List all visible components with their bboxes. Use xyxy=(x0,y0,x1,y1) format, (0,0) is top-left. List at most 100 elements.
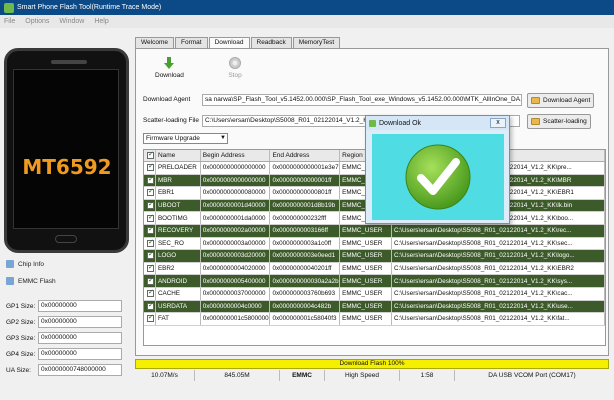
row-checkbox[interactable] xyxy=(144,300,156,313)
table-row[interactable]: FAT0x000000001c58000000x000000001c58040f… xyxy=(144,313,605,326)
status-storage: EMMC xyxy=(280,370,325,381)
table-row[interactable]: USRDATA0x0000000004c00000x0000000004c482… xyxy=(144,300,605,314)
scatter-loading-label: Scatter-loading File xyxy=(143,117,199,124)
download-ok-dialog: Download Ok x xyxy=(365,115,510,224)
tab-readback[interactable]: Readback xyxy=(250,37,292,48)
row-checkbox[interactable] xyxy=(144,199,156,212)
row-checkbox[interactable] xyxy=(144,212,156,224)
progress-bar: Download Flash 100% xyxy=(135,359,609,369)
cell-location: C:\Users\ersan\Desktop\S5008_R01_0212201… xyxy=(392,287,605,300)
cell-region: EMMC_USER xyxy=(340,224,392,237)
cell-end-address: 0x000000000030a2a2b xyxy=(270,275,341,287)
table-row[interactable]: CACHE0x00000000370000000x000000003760b69… xyxy=(144,287,605,301)
cell-end-address: 0x0000000004c482b xyxy=(270,300,341,313)
checkbox-icon xyxy=(146,200,154,210)
cell-name: EBR2 xyxy=(156,262,201,275)
folder-icon xyxy=(531,97,540,104)
dialog-title-bar: Download Ok xyxy=(366,116,509,130)
tab-memorytest[interactable]: MemoryTest xyxy=(292,37,341,48)
cell-name: SEC_RO xyxy=(156,237,201,250)
row-checkbox[interactable] xyxy=(144,162,156,174)
download-agent-button[interactable]: Download Agent xyxy=(527,93,595,108)
menu-window[interactable]: Window xyxy=(59,18,84,25)
gp1-size-row: GP1 Size: 0x00000000 xyxy=(6,298,131,314)
status-speed: 10.07M/s xyxy=(135,370,195,381)
cell-name: USRDATA xyxy=(156,300,201,313)
progress-label: Download Flash 100% xyxy=(339,360,405,367)
cell-begin-address: 0x0000000000000000 xyxy=(201,174,271,187)
gp4-size-value: 0x00000000 xyxy=(38,348,122,360)
cell-begin-address: 0x0000000002a00000 xyxy=(201,224,271,237)
checkbox-icon xyxy=(146,276,154,285)
cell-begin-address: 0x0000000000000000 xyxy=(201,162,271,174)
cell-begin-address: 0x0000000001d40000 xyxy=(201,199,271,212)
scatter-loading-button[interactable]: Scatter-loading xyxy=(527,114,591,129)
row-checkbox[interactable] xyxy=(144,313,156,325)
folder-icon xyxy=(531,118,540,125)
checkbox-icon xyxy=(146,288,154,298)
cell-location: C:\Users\ersan\Desktop\S5008_R01_0212201… xyxy=(392,275,605,287)
download-agent-label: Download Agent xyxy=(143,96,191,103)
tab-welcome[interactable]: Welcome xyxy=(135,37,174,48)
download-agent-field[interactable]: sa narwa\SP_Flash_Tool_v5.1452.00.000\SP… xyxy=(202,94,522,106)
menu-help[interactable]: Help xyxy=(94,18,108,25)
menu-file[interactable]: File xyxy=(4,18,15,25)
stop-button[interactable]: Stop xyxy=(228,56,242,79)
cell-name: UBOOT xyxy=(156,199,201,212)
cell-end-address: 0x00000000000001ff xyxy=(270,174,341,187)
memory-icon xyxy=(6,277,14,285)
checkbox-icon xyxy=(146,301,154,310)
phone-image: MT6592 xyxy=(4,48,129,253)
chip-icon xyxy=(6,260,14,268)
row-checkbox[interactable] xyxy=(144,262,156,275)
table-row[interactable]: EBR20x00000000040200000x00000000040201ff… xyxy=(144,262,605,276)
table-row[interactable]: RECOVERY0x0000000002a000000x000000000316… xyxy=(144,224,605,238)
checkbox-icon xyxy=(146,175,154,184)
gp2-size-row: GP2 Size: 0x00000000 xyxy=(6,314,131,330)
dialog-close-button[interactable]: x xyxy=(490,118,506,128)
tab-bar: Welcome Format Download Readback MemoryT… xyxy=(135,37,341,49)
gp4-size-row: GP4 Size: 0x00000000 xyxy=(6,346,131,362)
mode-select-value: Firmware Upgrade xyxy=(146,135,200,142)
cell-region: EMMC_USER xyxy=(340,262,392,275)
row-checkbox[interactable] xyxy=(144,237,156,250)
cell-begin-address: 0x0000000000080000 xyxy=(201,187,271,199)
row-checkbox[interactable] xyxy=(144,174,156,187)
row-checkbox[interactable] xyxy=(144,224,156,237)
cell-name: CACHE xyxy=(156,287,201,300)
row-checkbox[interactable] xyxy=(144,187,156,199)
cell-region: EMMC_USER xyxy=(340,275,392,287)
cell-end-address: 0x0000000001d8b19b xyxy=(270,199,341,212)
cell-begin-address: 0x0000000004c0000 xyxy=(201,300,271,313)
tab-format[interactable]: Format xyxy=(174,37,208,48)
row-checkbox[interactable] xyxy=(144,275,156,287)
table-row[interactable]: LOGO0x0000000003d200000x0000000003e0eed1… xyxy=(144,250,605,263)
chip-info-item[interactable]: Chip Info xyxy=(6,258,131,270)
emmc-flash-item[interactable]: EMMC Flash xyxy=(6,275,131,287)
cell-end-address: 0x0000000003166ff xyxy=(270,224,341,237)
cell-begin-address: 0x0000000003d20000 xyxy=(201,250,271,262)
table-row[interactable]: SEC_RO0x0000000003a000000x0000000003a1c0… xyxy=(144,237,605,251)
cell-end-address: 0x000000003760b693 xyxy=(270,287,341,300)
download-button[interactable]: Download xyxy=(155,56,184,79)
phone-speaker xyxy=(51,60,87,64)
cell-begin-address: 0x0000000004020000 xyxy=(201,262,271,275)
cell-name: RECOVERY xyxy=(156,224,201,237)
emmc-flash-label: EMMC Flash xyxy=(18,277,56,285)
window-title: Smart Phone Flash Tool(Runtime Trace Mod… xyxy=(17,4,162,11)
menu-options[interactable]: Options xyxy=(25,18,49,25)
table-row[interactable]: ANDROID0x00000000054000000x000000000030a… xyxy=(144,275,605,288)
cell-end-address: 0x00000000000801ff xyxy=(270,187,341,199)
size-fields: GP1 Size: 0x00000000 GP2 Size: 0x0000000… xyxy=(6,298,131,378)
mode-select[interactable]: Firmware Upgrade ▼ xyxy=(143,133,228,144)
cell-name: MBR xyxy=(156,174,201,187)
cell-begin-address: 0x0000000003a00000 xyxy=(201,237,271,250)
cell-end-address: 0x0000000000001e3e7 xyxy=(270,162,341,174)
row-checkbox[interactable] xyxy=(144,287,156,300)
app-icon xyxy=(4,2,14,13)
select-all-checkbox[interactable] xyxy=(144,150,156,161)
gp1-size-value: 0x00000000 xyxy=(38,300,122,312)
cell-end-address: 0x000000000232fff xyxy=(270,212,341,224)
row-checkbox[interactable] xyxy=(144,250,156,262)
cell-begin-address: 0x000000001c5800000 xyxy=(201,313,271,325)
